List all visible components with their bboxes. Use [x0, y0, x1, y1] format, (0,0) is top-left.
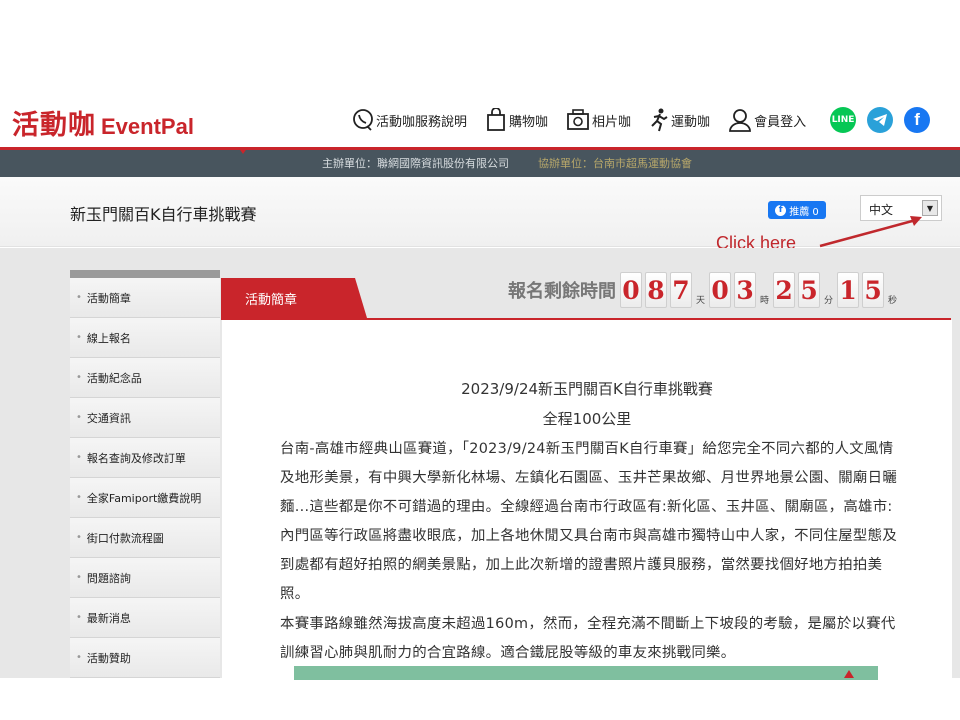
- nav-label: 活動咖服務說明: [376, 114, 468, 130]
- content-paragraph: 台南-高雄市經典山區賽道，「2023/9/24新玉門關百K自行車賽」給您完全不同…: [280, 441, 898, 602]
- event-title: 新玉門關百K自行車挑戰賽: [70, 205, 257, 224]
- top-nav: 活動咖服務說明 購物咖 相片咖 運動咖 會員登入 LINE f: [352, 107, 941, 133]
- countdown-digit: 0: [620, 272, 642, 308]
- sidebar-item-famiport[interactable]: • 全家Famiport繳費說明: [70, 478, 220, 518]
- sidebar-item-sponsor[interactable]: • 活動贊助: [70, 638, 220, 678]
- sidebar-item-jkopay[interactable]: • 街口付款流程圖: [70, 518, 220, 558]
- nav-service-info[interactable]: 活動咖服務說明: [352, 108, 467, 132]
- countdown-digit: 0: [709, 272, 732, 308]
- content-panel: 2023/9/24新玉門關百K自行車挑戰賽 全程100公里 台南-高雄市經典山區…: [222, 320, 952, 680]
- sidebar-item-register[interactable]: • 線上報名: [70, 318, 220, 358]
- countdown-digit: 5: [798, 272, 821, 308]
- facebook-icon[interactable]: f: [904, 107, 931, 133]
- organizer-text: 主辦單位：聯網國際資訊股份有限公司: [322, 157, 509, 170]
- sidebar-item-traffic[interactable]: • 交通資訊: [70, 398, 220, 438]
- countdown-digit: 5: [862, 272, 885, 308]
- countdown-digit: 2: [773, 272, 796, 308]
- fb-share-label: 推薦 0: [789, 206, 819, 218]
- co-organizer-text: 協辦單位：台南市超馬運動協會: [538, 157, 692, 170]
- countdown-label: 報名剩餘時間: [508, 281, 616, 302]
- shopping-bag-icon: [487, 108, 505, 131]
- tab-brochure[interactable]: 活動簡章: [221, 278, 367, 318]
- nav-label: 會員登入: [754, 114, 807, 130]
- nav-shop[interactable]: 購物咖: [485, 108, 548, 132]
- countdown-digit: 7: [670, 272, 692, 308]
- countdown-digit: 8: [645, 272, 667, 308]
- site-logo[interactable]: 活動咖 EventPal: [12, 103, 194, 141]
- sidebar-item-news[interactable]: • 最新消息: [70, 598, 220, 638]
- telegram-icon[interactable]: [867, 107, 894, 133]
- logo-english-text: EventPal: [101, 114, 194, 139]
- countdown-unit: 時: [760, 296, 770, 306]
- countdown-unit: 秒: [888, 296, 898, 306]
- content-heading: 2023/9/24新玉門關百K自行車挑戰賽: [461, 380, 713, 398]
- line-icon[interactable]: LINE: [830, 107, 857, 133]
- countdown-digit: 1: [837, 272, 860, 308]
- countdown-unit: 分: [824, 296, 834, 306]
- countdown-digit: 3: [734, 272, 757, 308]
- route-map-image-top: [294, 666, 878, 680]
- nav-member-login[interactable]: 會員登入: [728, 108, 806, 132]
- countdown-unit: 天: [696, 296, 706, 306]
- nav-sports[interactable]: 運動咖: [649, 108, 710, 132]
- red-triangle-marker: [844, 670, 854, 678]
- registration-countdown: 報名剩餘時間 0 8 7 天 0 3 時 2 5 分 1 5 秒: [508, 272, 901, 308]
- logo-chinese-text: 活動咖: [12, 110, 96, 141]
- nav-label: 購物咖: [509, 114, 549, 130]
- sidebar-item-order-query[interactable]: • 報名查詢及修改訂單: [70, 438, 220, 478]
- camera-icon: [567, 109, 589, 130]
- user-icon: [729, 109, 751, 132]
- sidebar-item-faq[interactable]: • 問題諮詢: [70, 558, 220, 598]
- sponsor-bar: 主辦單位：聯網國際資訊股份有限公司 協辦單位：台南市超馬運動協會: [0, 147, 960, 177]
- content-subheading: 全程100公里: [542, 410, 632, 428]
- social-links: LINE f: [830, 107, 941, 133]
- red-triangle-marker: [238, 147, 248, 154]
- phone-icon: [353, 109, 373, 131]
- sidebar-item-souvenir[interactable]: • 活動紀念品: [70, 358, 220, 398]
- site-header: 活動咖 EventPal 活動咖服務說明 購物咖 相片咖 運動咖 會員登入 LI…: [0, 95, 960, 147]
- nav-label: 運動咖: [671, 114, 711, 130]
- nav-label: 相片咖: [592, 114, 632, 130]
- facebook-icon: f: [775, 204, 787, 216]
- content-paragraph: 本賽事路線雖然海拔高度未超過160m，然而，全程充滿不間斷上下坡段的考驗，是屬於…: [280, 616, 896, 661]
- sidebar-item-brochure[interactable]: • 活動簡章: [70, 278, 220, 318]
- sidebar: • 活動簡章 • 線上報名 • 活動紀念品 • 交通資訊 • 報名查詢及修改訂單 • 全家F…: [70, 270, 220, 678]
- nav-photo[interactable]: 相片咖: [566, 108, 631, 132]
- annotation-arrow-icon: [819, 216, 922, 248]
- runner-icon: [651, 108, 668, 132]
- event-title-band: 新玉門關百K自行車挑戰賽 f 推薦 0 中文 ▼: [0, 177, 960, 247]
